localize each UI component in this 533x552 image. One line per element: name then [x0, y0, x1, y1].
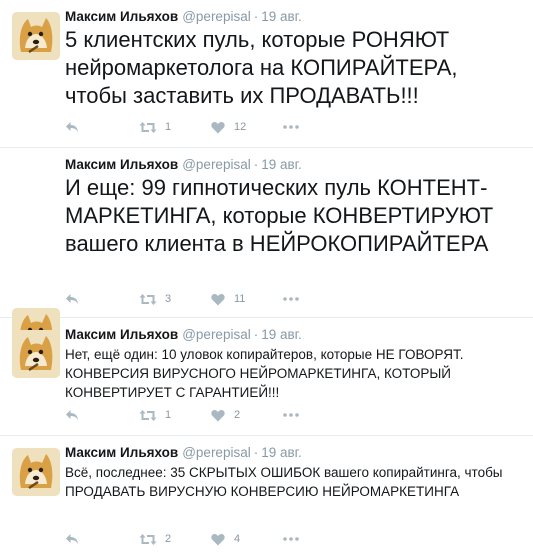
- like-button[interactable]: 2: [211, 409, 283, 422]
- tweet-date[interactable]: 19 авг.: [261, 445, 301, 460]
- tweet-date[interactable]: 19 авг.: [261, 157, 301, 172]
- separator: ·: [253, 327, 259, 342]
- tweet-date[interactable]: 19 авг.: [261, 327, 301, 342]
- more-icon: [283, 125, 299, 129]
- tweet-actions: 1 12: [65, 119, 299, 135]
- heart-icon: [211, 409, 225, 421]
- heart-icon: [211, 293, 225, 305]
- more-button[interactable]: [283, 125, 299, 129]
- retweet-count: 1: [165, 409, 172, 421]
- like-button[interactable]: 12: [211, 121, 283, 134]
- like-count: 4: [234, 533, 241, 545]
- tweet[interactable]: Максим Ильяхов @perepisal · 19 авг. И еще: …: [0, 148, 533, 356]
- tweet-header: Максим Ильяхов @perepisal · 19 авг.: [65, 445, 302, 461]
- doge-avatar-icon: [12, 448, 60, 496]
- tweet-feed: Максим Ильяхов @perepisal · 19 авг. 5 клиен…: [0, 0, 533, 552]
- like-button[interactable]: 11: [211, 293, 283, 306]
- separator: ·: [253, 157, 259, 172]
- author-handle[interactable]: @perepisal: [182, 157, 251, 172]
- retweet-button[interactable]: 1: [139, 121, 211, 134]
- author-name[interactable]: Максим Ильяхов: [65, 327, 178, 342]
- retweet-icon: [139, 121, 157, 133]
- reply-button[interactable]: [65, 533, 139, 545]
- avatar[interactable]: [12, 448, 60, 496]
- tweet-date[interactable]: 19 авг.: [261, 9, 301, 24]
- retweet-icon: [139, 533, 157, 545]
- avatar[interactable]: [12, 12, 60, 60]
- author-handle[interactable]: @perepisal: [182, 9, 251, 24]
- reply-icon: [66, 410, 78, 420]
- reply-icon: [66, 294, 78, 304]
- author-handle[interactable]: @perepisal: [182, 327, 251, 342]
- reply-button[interactable]: [65, 409, 139, 421]
- retweet-button[interactable]: 3: [139, 293, 211, 306]
- more-button[interactable]: [283, 537, 299, 541]
- tweet-actions: 3 11: [65, 291, 299, 307]
- author-handle[interactable]: @perepisal: [182, 445, 251, 460]
- like-count: 11: [234, 293, 246, 305]
- tweet-text: Нет, ещё один: 10 уловок копирайтеров, к…: [65, 347, 464, 400]
- more-icon: [283, 537, 299, 541]
- retweet-button[interactable]: 1: [139, 409, 211, 422]
- tweet-actions: 1 2: [65, 407, 299, 423]
- tweet-header: Максим Ильяхов @perepisal · 19 авг.: [65, 327, 302, 343]
- tweet-header: Максим Ильяхов @perepisal · 19 авг.: [65, 9, 302, 25]
- retweet-count: 2: [165, 533, 172, 545]
- doge-avatar-icon: [12, 330, 60, 378]
- like-button[interactable]: 4: [211, 533, 283, 546]
- separator: ·: [253, 9, 259, 24]
- retweet-icon: [139, 293, 157, 305]
- tweet-text: 5 клиентских пуль, которые РОНЯЮТ нейром…: [65, 27, 458, 108]
- avatar[interactable]: [12, 330, 60, 378]
- retweet-count: 3: [165, 293, 172, 305]
- author-name[interactable]: Максим Ильяхов: [65, 157, 178, 172]
- separator: ·: [253, 445, 259, 460]
- tweet[interactable]: Максим Ильяхов @perepisal · 19 авг. 5 клиен…: [0, 0, 533, 148]
- retweet-button[interactable]: 2: [139, 533, 211, 546]
- tweet[interactable]: Максим Ильяхов @perepisal · 19 авг. Всё, по…: [0, 436, 533, 552]
- heart-icon: [211, 533, 225, 545]
- heart-icon: [211, 121, 225, 133]
- tweet-actions: 2 4: [65, 531, 299, 547]
- tweet-text: И еще: 99 гипнотических пуль КОНТЕНТ-МАР…: [65, 175, 494, 256]
- reply-button[interactable]: [65, 293, 139, 305]
- retweet-icon: [139, 409, 157, 421]
- retweet-count: 1: [165, 121, 172, 133]
- author-name[interactable]: Максим Ильяхов: [65, 445, 178, 460]
- more-icon: [283, 297, 299, 301]
- more-button[interactable]: [283, 413, 299, 417]
- like-count: 12: [234, 121, 247, 133]
- doge-avatar-icon: [12, 12, 60, 60]
- more-button[interactable]: [283, 297, 299, 301]
- tweet[interactable]: Максим Ильяхов @perepisal · 19 авг. Нет, ещ…: [0, 318, 533, 436]
- reply-icon: [66, 534, 78, 544]
- reply-icon: [66, 122, 78, 132]
- reply-button[interactable]: [65, 121, 139, 133]
- like-count: 2: [234, 409, 241, 421]
- more-icon: [283, 413, 299, 417]
- tweet-header: Максим Ильяхов @perepisal · 19 авг.: [65, 157, 302, 173]
- tweet-text: Всё, последнее: 35 СКРЫТЫХ ОШИБОК вашего…: [65, 465, 503, 499]
- author-name[interactable]: Максим Ильяхов: [65, 9, 178, 24]
